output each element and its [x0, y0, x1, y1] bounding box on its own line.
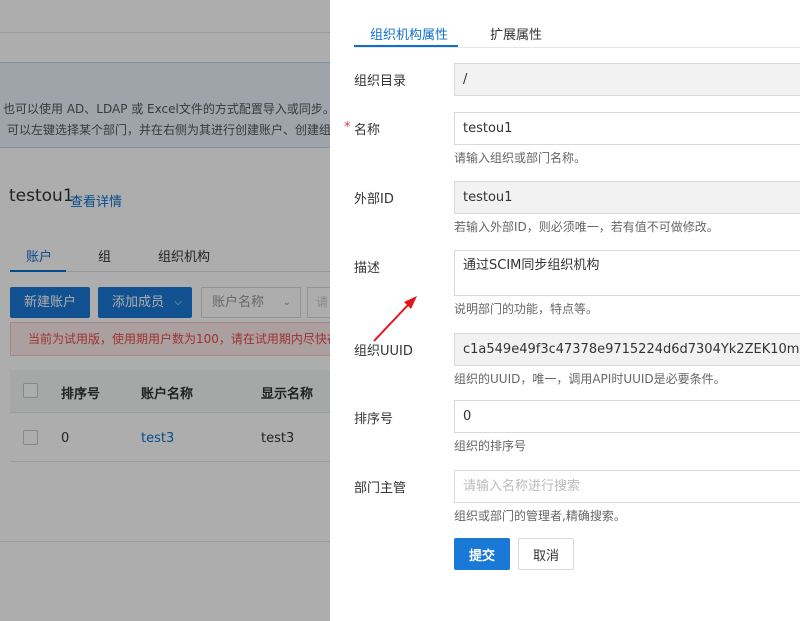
name-input[interactable]: testou1 — [454, 112, 800, 145]
sort-label: 排序号 — [354, 412, 394, 427]
tab-org-properties[interactable]: 组织机构属性 — [370, 24, 448, 43]
cancel-button[interactable]: 取消 — [518, 538, 574, 570]
external-id-field: testou1 — [454, 181, 800, 214]
external-id-help: 若输入外部ID，则必须唯一，若有值不可做修改。 — [454, 220, 719, 234]
tab-extended-properties[interactable]: 扩展属性 — [490, 24, 542, 43]
sort-help: 组织的排序号 — [454, 439, 527, 453]
required-mark: * — [344, 120, 351, 135]
name-label: 名称 — [354, 123, 381, 138]
description-label: 描述 — [354, 261, 381, 276]
tab-indicator — [354, 45, 458, 47]
uuid-label: 组织UUID — [354, 344, 413, 359]
uuid-help: 组织的UUID，唯一，调用API时UUID是必要条件。 — [454, 372, 726, 386]
description-textarea[interactable]: 通过SCIM同步组织机构 — [454, 250, 800, 296]
name-help: 请输入组织或部门名称。 — [454, 151, 587, 165]
manager-label: 部门主管 — [354, 481, 407, 496]
sort-input[interactable]: 0 — [454, 400, 800, 433]
manager-help: 组织或部门的管理者,精确搜索。 — [454, 509, 626, 523]
description-help: 说明部门的功能，特点等。 — [454, 302, 599, 316]
external-id-label: 外部ID — [354, 192, 394, 207]
drawer-tabs: 组织机构属性 扩展属性 — [354, 0, 800, 48]
directory-label: 组织目录 — [354, 74, 407, 89]
submit-button[interactable]: 提交 — [454, 538, 510, 570]
uuid-field: c1a549e49f3c47378e9715224d6d7304Yk2ZEK10… — [454, 333, 800, 366]
directory-field: / — [454, 63, 800, 96]
org-properties-drawer: 组织机构属性 扩展属性 组织目录 / * 名称 testou1 请输入组织或部门… — [330, 0, 800, 621]
manager-search-input[interactable]: 请输入名称进行搜索 — [454, 470, 800, 503]
